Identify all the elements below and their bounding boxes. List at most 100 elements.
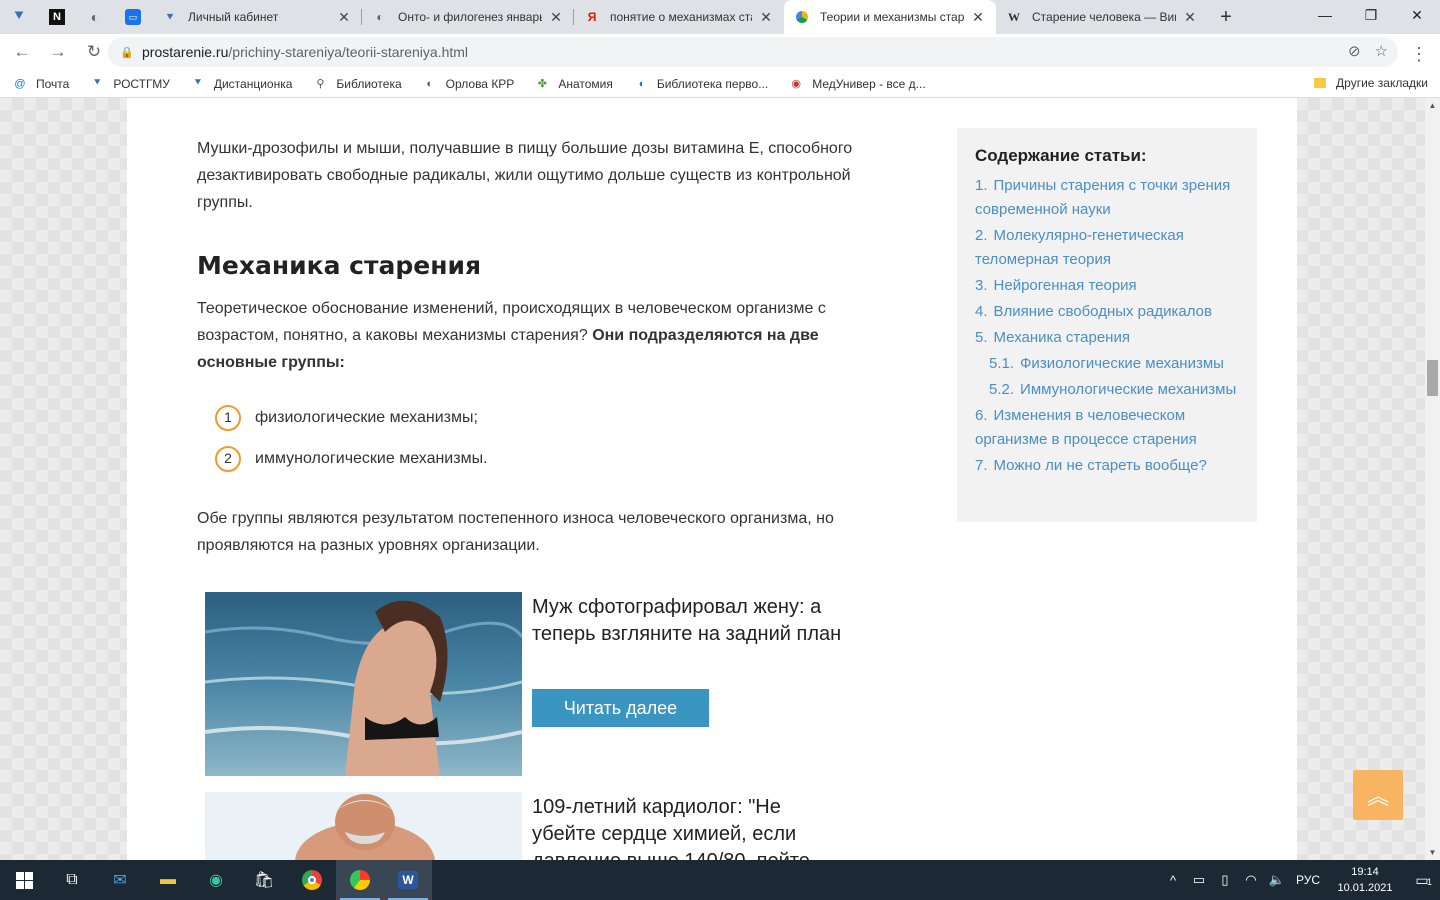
yandex-icon: Я bbox=[587, 10, 597, 24]
bookmark-orlova[interactable]: ◐ Орлова КРР bbox=[422, 76, 514, 92]
taskbar-edge[interactable]: ◉ bbox=[192, 860, 240, 900]
toc-link[interactable]: 2. Молекулярно-генетическая теломерная те… bbox=[975, 224, 1239, 272]
close-tab-icon[interactable]: ✕ bbox=[548, 9, 564, 26]
toc-number: 1. bbox=[975, 177, 988, 194]
taskbar-yandex-browser[interactable] bbox=[336, 860, 384, 900]
close-window-icon[interactable]: ✕ bbox=[1394, 0, 1440, 30]
battery-icon[interactable]: ▯ bbox=[1212, 872, 1238, 888]
toc-link[interactable]: 1. Причины старения с точки зрения соврем… bbox=[975, 174, 1239, 222]
language-indicator[interactable]: РУС bbox=[1290, 873, 1326, 887]
notion-icon: N bbox=[49, 9, 65, 25]
maximize-icon[interactable]: ❐ bbox=[1348, 0, 1394, 30]
lock-icon: 🔒 bbox=[120, 46, 134, 59]
bookmarks-bar: @ Почта ⯆ РОСТГМУ ⯆ Дистанционка ⚲ Библиотек… bbox=[0, 70, 1440, 98]
bookmark-biblioteka[interactable]: ⚲ Библиотека bbox=[312, 76, 401, 92]
close-tab-icon[interactable]: ✕ bbox=[970, 9, 986, 26]
plus-icon: + bbox=[1220, 5, 1232, 28]
toc-text: Изменения в человеческом организме в про… bbox=[975, 407, 1197, 448]
scroll-down-arrow-icon[interactable]: ▼ bbox=[1425, 845, 1440, 860]
new-tab-button[interactable]: + bbox=[1208, 0, 1244, 34]
taskbar-word[interactable]: W bbox=[384, 860, 432, 900]
tab-teorii-stareniya[interactable]: Теории и механизмы стар ✕ bbox=[784, 0, 996, 34]
vk-icon: ⯆ bbox=[165, 9, 175, 24]
bookmark-label: Библиотека bbox=[336, 76, 402, 91]
ad-title[interactable]: Муж сфотографировал жену: а теперь взгля… bbox=[532, 594, 842, 648]
tab-lichnyi-kabinet[interactable]: ⯆ Личный кабинет ✕ bbox=[152, 0, 362, 34]
ad-image-elderly-man[interactable] bbox=[205, 792, 522, 860]
other-bookmarks[interactable]: Другие закладки bbox=[1314, 76, 1428, 90]
taskbar-mail[interactable]: ✉ bbox=[96, 860, 144, 900]
toc-sublink[interactable]: 5.2. Иммунологические механизмы bbox=[975, 378, 1239, 402]
toc-link[interactable]: 6. Изменения в человеческом организме в п… bbox=[975, 404, 1239, 452]
tab-title: Старение человека — Вик bbox=[1032, 10, 1176, 24]
toc-link[interactable]: 7. Можно ли не стареть вообще? bbox=[975, 454, 1239, 478]
close-tab-icon[interactable]: ✕ bbox=[758, 9, 774, 26]
toc-number: 5. bbox=[975, 329, 988, 346]
list-item: 2 иммунологические механизмы. bbox=[215, 445, 488, 472]
toc-sublink[interactable]: 5.1. Физиологические механизмы bbox=[975, 352, 1239, 376]
taskbar-chrome[interactable] bbox=[288, 860, 336, 900]
scroll-to-top-button[interactable]: ︽ bbox=[1353, 770, 1403, 820]
close-tab-icon[interactable]: ✕ bbox=[336, 9, 352, 26]
taskbar-store[interactable]: 🛍 bbox=[240, 860, 288, 900]
clock[interactable]: 19:14 10.01.2021 bbox=[1332, 864, 1398, 896]
back-button[interactable]: ← bbox=[6, 36, 38, 68]
network-icon[interactable]: ▭ bbox=[1186, 872, 1212, 888]
bookmark-biblioteka-pervo[interactable]: ◖ Библиотека перво... bbox=[633, 76, 769, 92]
pinned-tab-notion[interactable]: N bbox=[38, 0, 76, 34]
toc-link[interactable]: 5. Механика старения bbox=[975, 326, 1239, 350]
pinned-tab-chat[interactable]: ▭ bbox=[114, 0, 152, 34]
toc-text: Влияние свободных радикалов bbox=[993, 303, 1212, 320]
scrollbar-thumb[interactable] bbox=[1427, 360, 1438, 396]
toc-link[interactable]: 4. Влияние свободных радикалов bbox=[975, 300, 1239, 324]
address-bar[interactable]: 🔒 prostarenie.ru/prichiny-stareniya/teor… bbox=[108, 37, 1398, 67]
notifications-button[interactable]: ▭ 1 bbox=[1404, 872, 1440, 889]
bookmark-pochta[interactable]: @ Почта bbox=[12, 76, 69, 92]
bookmark-label: Почта bbox=[36, 76, 70, 91]
tab-wikipedia[interactable]: W Старение человека — Вик ✕ bbox=[996, 0, 1208, 34]
paragraph: Теоретическое обоснование изменений, про… bbox=[197, 295, 877, 376]
tab-yandex-search[interactable]: Я понятие о механизмах стар ✕ bbox=[574, 0, 784, 34]
taskbar-explorer[interactable]: ▬ bbox=[144, 860, 192, 900]
task-view-button[interactable]: ⧉ bbox=[48, 860, 96, 900]
browser-menu-icon[interactable]: ⋮ bbox=[1410, 44, 1428, 65]
paragraph: Обе группы являются результатом постепен… bbox=[197, 510, 834, 554]
tab-onto-filogenez[interactable]: ◐ Онто- и филогенез январь ✕ bbox=[362, 0, 574, 34]
mail-icon: @ bbox=[14, 77, 26, 90]
read-more-button[interactable]: Читать далее bbox=[532, 689, 709, 727]
star-bookmark-icon[interactable]: ☆ bbox=[1375, 42, 1388, 60]
close-tab-icon[interactable]: ✕ bbox=[1182, 9, 1198, 26]
start-button[interactable] bbox=[0, 860, 48, 900]
ad-title[interactable]: 109-летний кардиолог: "Не убейте сердце … bbox=[532, 794, 842, 860]
bookmark-label: Дистанционка bbox=[213, 76, 293, 91]
folder-icon bbox=[1314, 78, 1327, 88]
bookmark-rostgmu[interactable]: ⯆ РОСТГМУ bbox=[89, 76, 170, 92]
pinned-tab-globe[interactable]: ◐ bbox=[76, 0, 114, 34]
forward-button[interactable]: → bbox=[42, 36, 74, 68]
page-scrollbar[interactable]: ▲ ▼ bbox=[1425, 98, 1440, 860]
chevron-up-icon[interactable]: ^ bbox=[1160, 873, 1186, 888]
scroll-up-arrow-icon[interactable]: ▲ bbox=[1425, 98, 1440, 113]
toc-number: 7. bbox=[975, 457, 988, 474]
toc-text: Молекулярно-генетическая теломерная теор… bbox=[975, 227, 1184, 268]
cookies-blocked-icon[interactable]: ⊘ bbox=[1348, 42, 1361, 60]
globe-icon: ◐ bbox=[90, 9, 100, 25]
ad-block[interactable]: Муж сфотографировал жену: а теперь взгля… bbox=[205, 592, 865, 776]
list-item: 1 физиологические механизмы; bbox=[215, 404, 478, 431]
pinned-tab-vk[interactable]: ⯆ bbox=[0, 0, 38, 34]
word-icon: W bbox=[398, 871, 418, 889]
ad-block[interactable]: 109-летний кардиолог: "Не убейте сердце … bbox=[205, 792, 865, 860]
paragraph: Мушки-дрозофилы и мыши, получавшие в пищ… bbox=[197, 140, 853, 211]
bookmark-meduniver[interactable]: ◉ МедУнивер - все д... bbox=[788, 76, 925, 92]
bookmark-anatomiya[interactable]: ✤ Анатомия bbox=[534, 76, 613, 92]
volume-icon[interactable]: 🔈 bbox=[1264, 872, 1290, 888]
toc-link[interactable]: 3. Нейрогенная теория bbox=[975, 274, 1239, 298]
reload-button[interactable]: ↻ bbox=[78, 36, 110, 68]
bookmark-distantsionka[interactable]: ⯆ Дистанционка bbox=[190, 76, 293, 92]
address-bar-actions: ⊘ ☆ bbox=[1348, 42, 1388, 60]
ad-image-beach[interactable] bbox=[205, 592, 522, 776]
minimize-icon[interactable]: — bbox=[1302, 0, 1348, 30]
wifi-icon[interactable]: ◠ bbox=[1238, 872, 1264, 888]
list-number: 2 bbox=[215, 445, 241, 472]
arrow-right-icon: → bbox=[49, 42, 67, 61]
